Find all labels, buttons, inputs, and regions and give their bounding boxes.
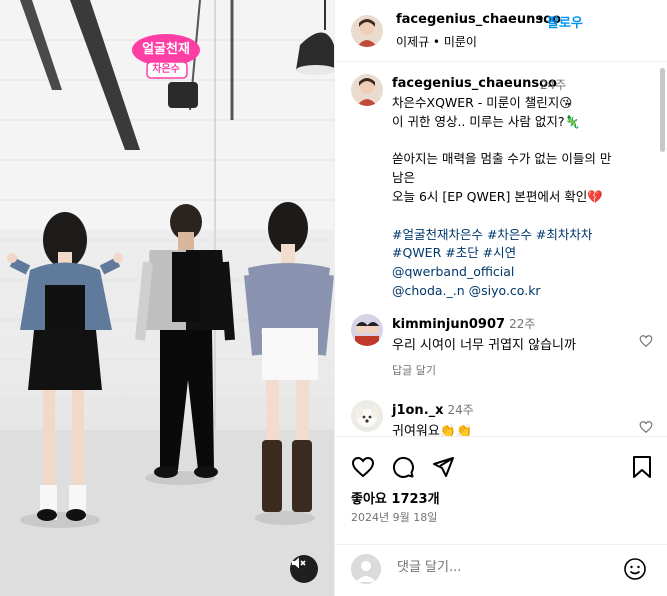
post-side-panel: facegenius_chaeunsoo • 팔로우 이제규 • 미룬이 fac… xyxy=(334,0,667,596)
follow-button[interactable]: 팔로우 xyxy=(547,12,583,31)
comments-scroll-area[interactable]: facegenius_chaeunsoo 24주 차은수XQWER - 미룬이 … xyxy=(335,62,667,436)
muted-speaker-icon xyxy=(292,557,306,569)
comment-composer xyxy=(335,544,667,596)
caption-avatar[interactable] xyxy=(351,74,383,106)
comment-input[interactable] xyxy=(397,560,617,575)
audio-info[interactable]: 이제규 • 미룬이 xyxy=(396,33,477,50)
commenter-avatar[interactable] xyxy=(351,314,383,346)
action-bar: 좋아요 1723개 2024년 9월 18일 xyxy=(335,436,667,544)
caption-line: 오늘 6시 [EP QWER] 본편에서 확인💔 xyxy=(392,188,603,204)
bookmark-icon[interactable] xyxy=(631,455,653,479)
header-separator: • xyxy=(537,12,545,27)
comment-username[interactable]: kimminjun0907 22주 xyxy=(392,315,535,332)
commenter-avatar[interactable] xyxy=(351,400,383,432)
comment-icon[interactable] xyxy=(391,455,415,479)
post-header: facegenius_chaeunsoo • 팔로우 이제규 • 미룬이 xyxy=(335,0,667,62)
post-video[interactable]: 얼굴천재 차은수 xyxy=(0,0,334,596)
caption-line: 쏟아지는 매력을 멈출 수가 없는 이들의 만 xyxy=(392,151,612,167)
heart-icon[interactable] xyxy=(351,455,375,479)
instagram-post-view: 얼굴천재 차은수 facegenius_chaeunsoo • 팔로우 이제규 … xyxy=(0,0,667,596)
comment-time[interactable]: 24주 xyxy=(448,403,474,417)
comment-time[interactable]: 22주 xyxy=(509,317,535,331)
comment-username[interactable]: j1on._x 24주 xyxy=(392,401,474,418)
caption-mention[interactable]: @qwerband_official xyxy=(392,263,662,282)
caption-hashtags[interactable]: #QWER #초단 #시연 xyxy=(392,244,662,263)
caption-time[interactable]: 24주 xyxy=(540,76,566,93)
comment-like-icon[interactable] xyxy=(639,420,653,434)
caption-line: 이 귀한 영상.. 미루는 사람 없지?🦎 xyxy=(392,113,581,129)
comment-text: 우리 시여이 너무 귀엽지 않습니까 xyxy=(392,338,576,353)
reply-button[interactable]: 답글 달기 xyxy=(392,362,436,378)
comment-like-icon[interactable] xyxy=(639,334,653,348)
share-icon[interactable] xyxy=(431,455,455,479)
caption-line: 남은 xyxy=(392,170,416,186)
video-frame xyxy=(0,0,334,596)
viewer-avatar xyxy=(351,554,381,584)
badge-subtitle: 차은수 xyxy=(152,64,180,75)
caption-line xyxy=(392,132,662,151)
mute-button[interactable] xyxy=(290,555,318,583)
comment-text: 귀여워요👏👏 xyxy=(392,424,473,436)
caption-text: 차은수XQWER - 미룬이 챌린지😘 이 귀한 영상.. 미루는 사람 없지?… xyxy=(392,94,662,301)
comment-username-text[interactable]: j1on._x xyxy=(392,403,444,418)
caption-line: 차은수XQWER - 미룬이 챌린지😘 xyxy=(392,95,573,110)
caption-hashtags[interactable]: #얼굴천재차은수 #차은수 #최차차차 xyxy=(392,226,662,245)
comment-username-text[interactable]: kimminjun0907 xyxy=(392,317,505,332)
like-count[interactable]: 좋아요 1723개 xyxy=(351,488,440,507)
scrollbar[interactable] xyxy=(660,68,665,152)
author-avatar[interactable] xyxy=(351,15,383,47)
badge-title: 얼굴천재 xyxy=(142,42,190,57)
video-badge-text: 얼굴천재 차은수 xyxy=(132,38,200,75)
post-date[interactable]: 2024년 9월 18일 xyxy=(351,509,437,525)
caption-mention[interactable]: @choda._.n @siyo.co.kr xyxy=(392,282,662,301)
caption-line xyxy=(392,207,662,226)
smiley-icon[interactable] xyxy=(623,557,647,581)
caption-username[interactable]: facegenius_chaeunsoo xyxy=(392,76,557,91)
